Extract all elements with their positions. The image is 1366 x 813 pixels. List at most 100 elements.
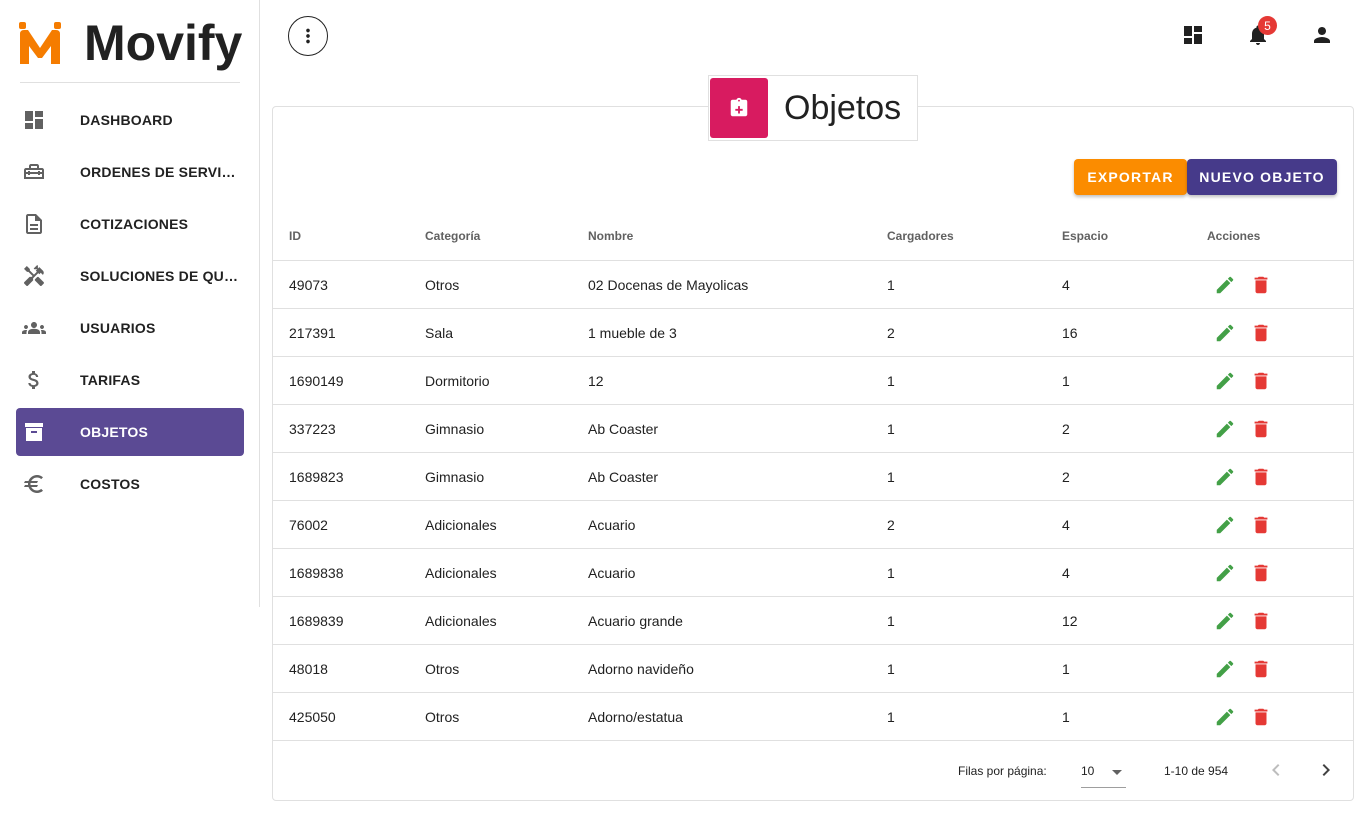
delete-button[interactable] <box>1249 609 1273 633</box>
column-header-nombre[interactable]: Nombre <box>588 229 633 243</box>
table-row: 217391 Sala 1 mueble de 3 2 16 <box>273 309 1353 357</box>
delete-button[interactable] <box>1249 369 1273 393</box>
cell-cargadores: 1 <box>887 468 895 485</box>
more-menu-button[interactable] <box>288 16 328 56</box>
user-profile-button[interactable] <box>1310 23 1334 47</box>
cell-espacio: 4 <box>1062 564 1070 581</box>
sidebar-item-objetos[interactable]: OBJETOS <box>16 408 244 456</box>
cell-id: 1689839 <box>289 612 344 629</box>
cell-id: 337223 <box>289 420 336 437</box>
pencil-icon <box>1216 564 1234 581</box>
row-actions <box>1213 513 1273 537</box>
cell-categoria: Otros <box>425 660 460 677</box>
cell-categoria: Otros <box>425 276 460 293</box>
edit-button[interactable] <box>1213 705 1237 729</box>
previous-page-button[interactable] <box>1264 758 1288 782</box>
edit-button[interactable] <box>1213 513 1237 537</box>
pencil-icon <box>1216 660 1234 677</box>
edit-button[interactable] <box>1213 465 1237 489</box>
row-actions <box>1213 465 1273 489</box>
cell-nombre: 12 <box>588 372 604 389</box>
column-header-cargadores[interactable]: Cargadores <box>887 229 954 243</box>
cell-nombre: Acuario grande <box>588 612 683 629</box>
table-row: 49073 Otros 02 Docenas de Mayolicas 1 4 <box>273 261 1353 309</box>
sidebar-item-usuarios[interactable]: USUARIOS <box>16 304 244 352</box>
pencil-icon <box>1216 276 1234 293</box>
trash-icon <box>1254 708 1268 725</box>
edit-button[interactable] <box>1213 321 1237 345</box>
rows-per-page-select[interactable]: 10 <box>1081 756 1126 788</box>
column-header-acciones: Acciones <box>1207 229 1261 243</box>
delete-button[interactable] <box>1249 465 1273 489</box>
delete-button[interactable] <box>1249 513 1273 537</box>
toolbox-icon <box>22 160 62 184</box>
cell-categoria: Adicionales <box>425 612 497 629</box>
table-row: 337223 Gimnasio Ab Coaster 1 2 <box>273 405 1353 453</box>
column-header-categoria[interactable]: Categoría <box>425 229 480 243</box>
cell-cargadores: 1 <box>887 420 895 437</box>
edit-button[interactable] <box>1213 417 1237 441</box>
sidebar-item-dashboard[interactable]: DASHBOARD <box>16 96 244 144</box>
chevron-left-icon <box>1272 764 1280 776</box>
cell-id: 49073 <box>289 276 328 293</box>
trash-icon <box>1254 468 1268 485</box>
sidebar-item-costos[interactable]: COSTOS <box>16 460 244 508</box>
dashboard-shortcut-button[interactable] <box>1181 23 1205 47</box>
sidebar-item-ordenes-de-servicio[interactable]: ORDENES DE SERVICIO <box>16 148 244 196</box>
chevron-right-icon <box>1322 764 1330 776</box>
more-vert-icon <box>306 28 310 44</box>
edit-button[interactable] <box>1213 657 1237 681</box>
cell-espacio: 4 <box>1062 276 1070 293</box>
trash-icon <box>1254 564 1268 581</box>
cell-id: 76002 <box>289 516 328 533</box>
table-row: 48018 Otros Adorno navideño 1 1 <box>273 645 1353 693</box>
delete-button[interactable] <box>1249 273 1273 297</box>
trash-icon <box>1254 660 1268 677</box>
users-icon <box>22 316 62 340</box>
rows-per-page-label: Filas por página: <box>958 764 1047 778</box>
sidebar-item-soluciones-de-quiebre[interactable]: SOLUCIONES DE QUIEBRE <box>16 252 244 300</box>
pagination-range: 1-10 de 954 <box>1164 764 1229 778</box>
sidebar-item-label: DASHBOARD <box>80 112 173 128</box>
pencil-icon <box>1216 324 1234 341</box>
cell-id: 1689823 <box>289 468 344 485</box>
delete-button[interactable] <box>1249 705 1273 729</box>
delete-button[interactable] <box>1249 561 1273 585</box>
cell-id: 48018 <box>289 660 328 677</box>
table-row: 1689839 Adicionales Acuario grande 1 12 <box>273 597 1353 645</box>
sidebar-item-cotizaciones[interactable]: COTIZACIONES <box>16 200 244 248</box>
table-row: 1689823 Gimnasio Ab Coaster 1 2 <box>273 453 1353 501</box>
cell-cargadores: 1 <box>887 708 895 725</box>
sidebar-item-label: OBJETOS <box>80 424 149 440</box>
next-page-button[interactable] <box>1314 758 1338 782</box>
delete-button[interactable] <box>1249 657 1273 681</box>
sidebar-item-label: COTIZACIONES <box>80 216 189 232</box>
trash-icon <box>1254 516 1268 533</box>
edit-button[interactable] <box>1213 609 1237 633</box>
export-button[interactable]: EXPORTAR <box>1074 159 1187 195</box>
movify-logo-icon <box>18 20 62 66</box>
sidebar-item-label: COSTOS <box>80 476 141 492</box>
new-object-button[interactable]: NUEVO OBJETO <box>1187 159 1337 195</box>
delete-button[interactable] <box>1249 321 1273 345</box>
edit-button[interactable] <box>1213 273 1237 297</box>
edit-button[interactable] <box>1213 369 1237 393</box>
trash-icon <box>1254 420 1268 437</box>
table-row: 1689838 Adicionales Acuario 1 4 <box>273 549 1353 597</box>
person-icon <box>1314 27 1330 43</box>
cell-espacio: 2 <box>1062 468 1070 485</box>
column-header-espacio[interactable]: Espacio <box>1062 229 1108 243</box>
edit-button[interactable] <box>1213 561 1237 585</box>
delete-button[interactable] <box>1249 417 1273 441</box>
pencil-icon <box>1216 420 1234 437</box>
euro-icon <box>22 472 62 496</box>
row-actions <box>1213 609 1273 633</box>
sidebar-item-label: ORDENES DE SERVICIO <box>80 164 240 180</box>
column-header-id[interactable]: ID <box>289 229 301 243</box>
pagination: Filas por página: 10 1-10 de 954 <box>273 742 1353 798</box>
app-name: Movify <box>84 15 243 71</box>
sidebar-item-tarifas[interactable]: TARIFAS <box>16 356 244 404</box>
app-logo[interactable]: Movify <box>18 14 242 72</box>
dollar-icon <box>22 368 62 392</box>
row-actions <box>1213 561 1273 585</box>
